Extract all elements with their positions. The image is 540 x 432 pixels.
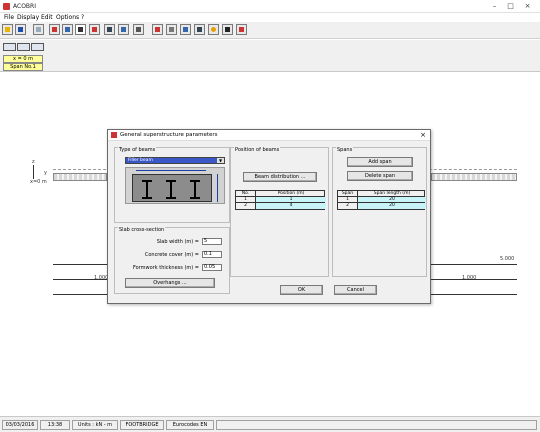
span-label: Span No.1 [3, 63, 43, 71]
status-code: Eurocodes EN [166, 420, 214, 430]
slab-left [53, 173, 107, 181]
menu-file[interactable]: File [4, 14, 14, 21]
y-icon[interactable] [194, 24, 205, 35]
open-icon[interactable] [2, 24, 13, 35]
status-bar: 03/03/2016 13:38 Units : kN - m FOOTBRID… [0, 416, 540, 432]
status-blank [216, 420, 537, 430]
moment-icon[interactable] [236, 24, 247, 35]
concrete-cover-field[interactable]: 0.1 [202, 251, 222, 258]
status-mode: FOOTBRIDGE [120, 420, 164, 430]
spans-group-label: Spans [336, 147, 354, 153]
view-bar: x = 0 m Span No.1 [0, 40, 540, 72]
maximize-icon[interactable]: □ [506, 2, 515, 11]
status-units: Units : kN - m [72, 420, 118, 430]
slab-width-label: Slab width (m) = [156, 239, 199, 245]
spans-table: Span Span length (m) 1 20 2 20 [337, 190, 426, 210]
formwork-thickness-field[interactable]: 0.05 [202, 264, 222, 271]
save-icon[interactable] [15, 24, 26, 35]
beams-group-label: Type of beams [118, 147, 157, 153]
toolbar [0, 22, 540, 39]
beam-section-diagram [125, 167, 225, 204]
section-icon[interactable] [75, 24, 86, 35]
menu-options[interactable]: Options [56, 14, 79, 21]
status-date: 03/03/2016 [2, 420, 38, 430]
delete-span-button[interactable]: Delete span [347, 171, 413, 181]
support2-icon[interactable] [180, 24, 191, 35]
beam-distribution-button[interactable]: Beam distribution ... [243, 172, 317, 182]
app-title: ACOBRI [13, 3, 36, 10]
positions-table: No. Position (m) 1 1 2 4 [235, 190, 326, 210]
beam-type-value: Filler beam [128, 158, 153, 163]
position-label: x = 0 m [3, 55, 43, 63]
position-group: Position of beams Beam distribution ... … [230, 147, 329, 277]
dialog-app-icon [111, 132, 117, 138]
slab-right [431, 173, 517, 181]
chevron-down-icon[interactable]: ▼ [217, 158, 224, 163]
slab-group: Slab cross-section Slab width (m) = 5 Co… [114, 227, 230, 294]
cancel-button[interactable]: Cancel [334, 285, 377, 295]
concrete-cover-label: Concrete cover (m) = [144, 252, 199, 258]
ok-button[interactable]: OK [280, 285, 323, 295]
origin-label: x=0 m [30, 179, 47, 185]
close-icon[interactable]: × [523, 2, 532, 11]
y-axis-label: y [44, 170, 47, 176]
menu-edit[interactable]: Edit [41, 14, 53, 21]
beams-group: Type of beams Filler beam ▼ [114, 147, 230, 223]
dialog-close-icon[interactable]: × [420, 131, 426, 139]
stiffener-icon[interactable] [118, 24, 129, 35]
dim-right-text: 1.000 [462, 275, 477, 281]
formwork-thickness-label: Formwork thickness (m) = [132, 265, 199, 271]
overhangs-button[interactable]: Overhangs ... [125, 278, 215, 288]
calc-icon[interactable] [222, 24, 233, 35]
add-span-button[interactable]: Add span [347, 157, 413, 167]
dim-top-text: 5.000 [500, 256, 515, 262]
view-deck-icon[interactable] [17, 43, 30, 51]
status-time: 13:38 [40, 420, 70, 430]
view-section-icon[interactable] [31, 43, 44, 51]
menu-display[interactable]: Display [17, 14, 39, 21]
support-icon[interactable] [133, 24, 144, 35]
title-bar: ACOBRI – □ × [0, 0, 540, 13]
view-beam-icon[interactable] [3, 43, 16, 51]
beam-type-select[interactable]: Filler beam ▼ [125, 157, 225, 164]
menu-help[interactable]: ? [81, 14, 84, 21]
minimize-icon[interactable]: – [490, 2, 499, 11]
girder2-icon[interactable] [166, 24, 177, 35]
color-wheel-icon[interactable] [208, 24, 219, 35]
spans-group: Spans Add span Delete span Span Span len… [332, 147, 427, 277]
slab-group-label: Slab cross-section [118, 227, 166, 233]
i-beam-icon[interactable] [104, 24, 115, 35]
z-axis [33, 165, 34, 179]
app-icon [3, 3, 10, 10]
dialog-title: General superstructure parameters [120, 132, 218, 138]
table-row[interactable]: 2 20 [338, 203, 426, 209]
menu-bar: File Display Edit Options ? [0, 13, 540, 22]
position-group-label: Position of beams [234, 147, 281, 153]
slab-width-field[interactable]: 5 [202, 238, 222, 245]
table-row[interactable]: 2 4 [236, 203, 326, 209]
superstructure-dialog: General superstructure parameters × Type… [107, 129, 431, 304]
deck-icon[interactable] [62, 24, 73, 35]
document-icon[interactable] [33, 24, 44, 35]
load-icon[interactable] [152, 24, 163, 35]
beam-icon[interactable] [49, 24, 60, 35]
girder-icon[interactable] [89, 24, 100, 35]
dialog-title-bar: General superstructure parameters × [108, 130, 430, 141]
